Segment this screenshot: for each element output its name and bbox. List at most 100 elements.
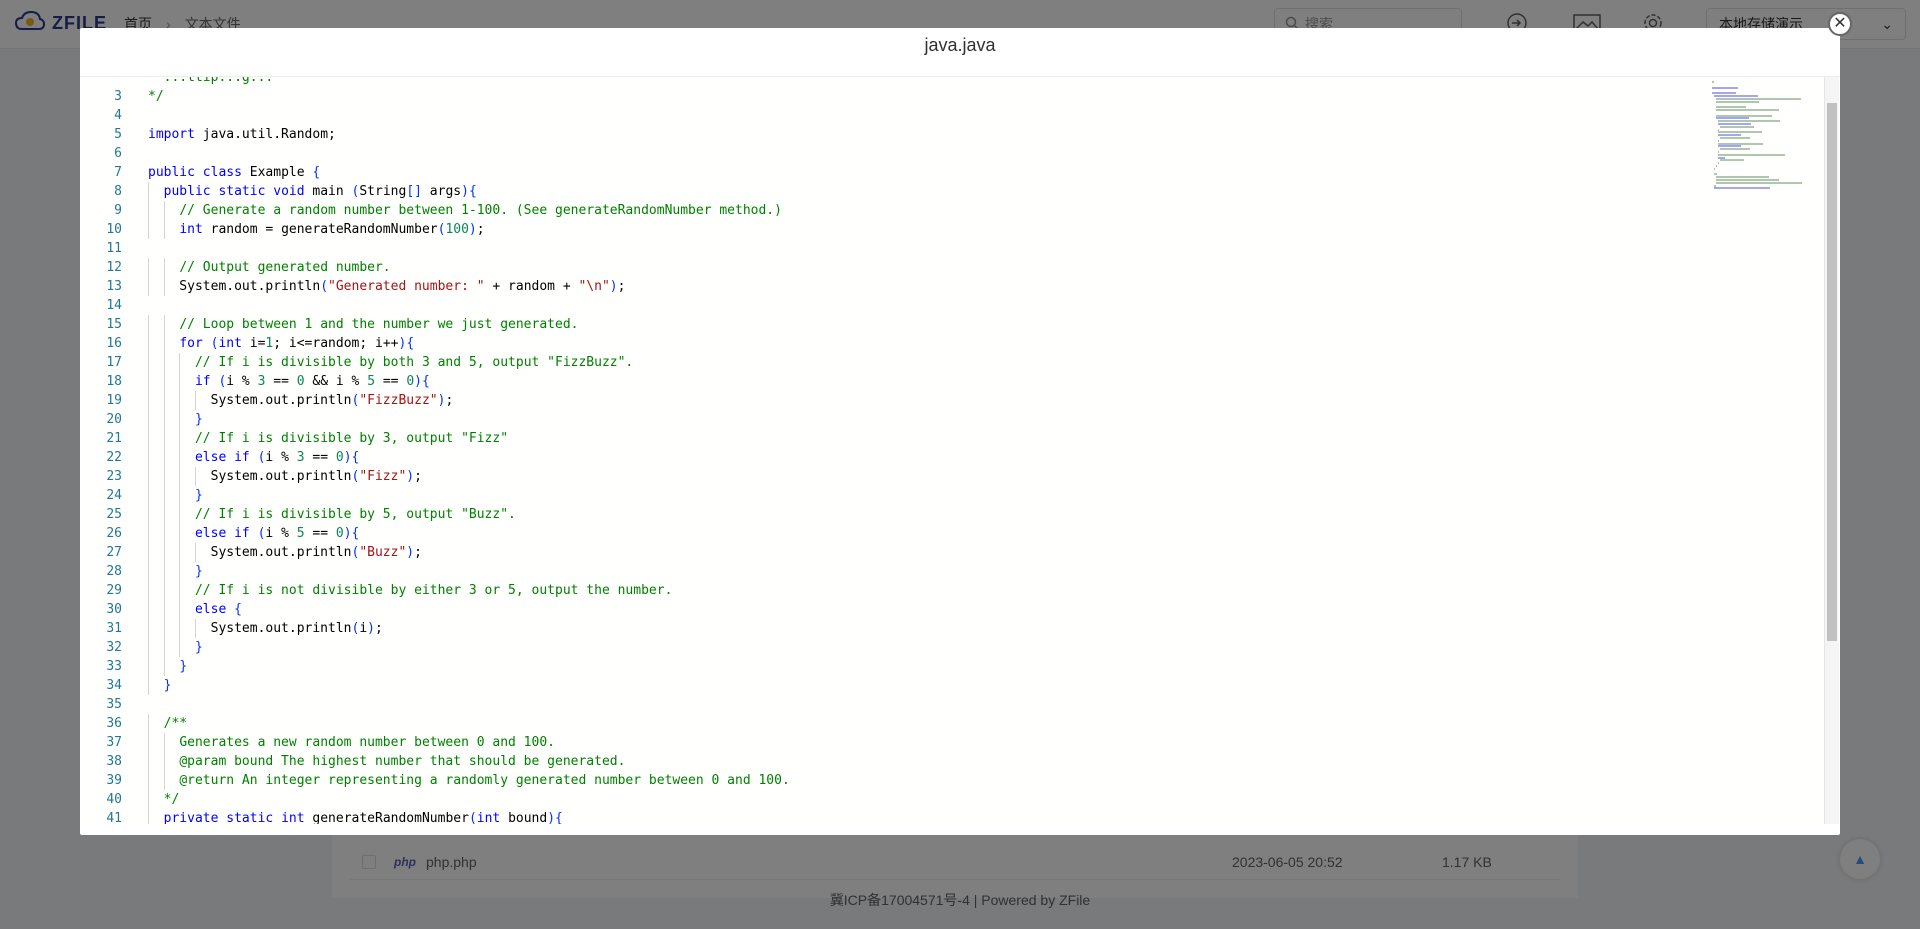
code-line[interactable]: 20 } <box>80 410 1700 429</box>
code-line[interactable]: 28 } <box>80 562 1700 581</box>
minimap-line <box>1718 162 1720 165</box>
line-number: 32 <box>106 640 122 655</box>
line-number: 41 <box>106 811 122 824</box>
code-line[interactable]: 25 // If i is divisible by 5, output "Bu… <box>80 505 1700 524</box>
line-number: 3 <box>114 89 122 104</box>
code-line[interactable]: 34 } <box>80 676 1700 695</box>
code-line[interactable]: 23 System.out.println("Fizz"); <box>80 467 1700 486</box>
code-line[interactable]: 35 <box>80 695 1700 714</box>
line-number: 28 <box>106 564 122 579</box>
code-text: @return An integer representing a random… <box>179 773 790 788</box>
code-line[interactable]: 13 System.out.println("Generated number:… <box>80 277 1700 296</box>
line-number: 14 <box>106 298 122 313</box>
code-line[interactable]: 30 else { <box>80 600 1700 619</box>
code-line[interactable]: 41 private static int generateRandomNumb… <box>80 809 1700 824</box>
code-editor[interactable]: 3 */ 4 5 import java.util.Random; 6 7 public cl… <box>80 77 1824 824</box>
minimap-line <box>1718 139 1720 142</box>
code-line[interactable]: 38 @param bound The highest number that … <box>80 752 1700 771</box>
code-line[interactable]: 9 // Generate a random number between 1-… <box>80 201 1700 220</box>
minimap-line <box>1720 148 1750 151</box>
line-number: 20 <box>106 412 122 427</box>
code-line[interactable]: 14 <box>80 296 1700 315</box>
code-text: else if (i % 3 == 0){ <box>194 450 360 465</box>
code-text: public static void main (String[] args){ <box>163 184 477 199</box>
code-text: System.out.println("Generated number: " … <box>148 279 626 294</box>
line-number: 12 <box>106 260 122 275</box>
code-line[interactable]: 26 else if (i % 5 == 0){ <box>80 524 1700 543</box>
code-line[interactable]: 33 } <box>80 657 1700 676</box>
minimap-line <box>1716 117 1749 120</box>
line-number: 9 <box>114 203 122 218</box>
code-line[interactable]: 5 import java.util.Random; <box>80 125 1700 144</box>
code-line[interactable]: 15 // Loop between 1 and the number we j… <box>80 315 1700 334</box>
scrollbar-thumb[interactable] <box>1827 103 1837 641</box>
code-line[interactable]: 12 // Output generated number. <box>80 258 1700 277</box>
code-line[interactable]: 4 <box>80 106 1700 125</box>
line-number: 24 <box>106 488 122 503</box>
line-number: 17 <box>106 355 122 370</box>
minimap-line <box>1714 167 1716 170</box>
minimap-line <box>1716 100 1759 103</box>
code-text: * ...ttip...g... <box>148 77 274 85</box>
editor-minimap[interactable] <box>1710 77 1820 197</box>
code-text: for (int i=1; i<=random; i++){ <box>179 336 415 351</box>
code-line[interactable]: 24 } <box>80 486 1700 505</box>
code-line[interactable]: 6 <box>80 144 1700 163</box>
line-number: 23 <box>106 469 122 484</box>
minimap-line <box>1714 184 1717 187</box>
line-number: 16 <box>106 336 122 351</box>
code-line[interactable]: 32 } <box>80 638 1700 657</box>
code-line[interactable]: 37 Generates a new random number between… <box>80 733 1700 752</box>
code-line[interactable]: 39 @return An integer representing a ran… <box>80 771 1700 790</box>
code-line[interactable]: 8 public static void main (String[] args… <box>80 182 1700 201</box>
code-line[interactable]: 22 else if (i % 3 == 0){ <box>80 448 1700 467</box>
close-button[interactable]: ✕ <box>1828 12 1852 36</box>
code-line[interactable]: 40 */ <box>80 790 1700 809</box>
code-text: } <box>194 564 203 579</box>
code-line[interactable]: 17 // If i is divisible by both 3 and 5,… <box>80 353 1700 372</box>
minimap-line <box>1720 159 1745 162</box>
code-line[interactable]: 16 for (int i=1; i<=random; i++){ <box>80 334 1700 353</box>
code-text: Generates a new random number between 0 … <box>179 735 555 750</box>
line-number: 40 <box>106 792 122 807</box>
code-text: import java.util.Random; <box>148 127 336 142</box>
minimap-line <box>1714 187 1771 190</box>
code-text: */ <box>163 792 180 807</box>
code-line[interactable]: 27 System.out.println("Buzz"); <box>80 543 1700 562</box>
code-line[interactable]: 10 int random = generateRandomNumber(100… <box>80 220 1700 239</box>
code-line[interactable]: 36 /** <box>80 714 1700 733</box>
line-number: 18 <box>106 374 122 389</box>
code-line[interactable]: 11 <box>80 239 1700 258</box>
line-number: 8 <box>114 184 122 199</box>
minimap-line <box>1720 125 1755 128</box>
code-line[interactable]: 29 // If i is not divisible by either 3 … <box>80 581 1700 600</box>
code-text: System.out.println("FizzBuzz"); <box>148 393 454 408</box>
code-text: System.out.println("Buzz"); <box>148 545 422 560</box>
minimap-line <box>1718 120 1780 123</box>
code-line[interactable]: 18 if (i % 3 == 0 && i % 5 == 0){ <box>80 372 1700 391</box>
line-number: 15 <box>106 317 122 332</box>
line-number: 11 <box>106 241 122 256</box>
minimap-line <box>1716 109 1779 111</box>
line-number: 21 <box>106 431 122 446</box>
line-number: 34 <box>106 678 122 693</box>
editor-scrollbar[interactable] <box>1824 77 1839 824</box>
minimap-line <box>1718 142 1764 145</box>
code-text: // If i is divisible by 5, output "Buzz"… <box>194 507 516 522</box>
code-line[interactable]: 19 System.out.println("FizzBuzz"); <box>80 391 1700 410</box>
code-text: // Generate a random number between 1-10… <box>179 203 782 218</box>
code-line[interactable]: 7 public class Example { <box>80 163 1700 182</box>
code-text: System.out.println("Fizz"); <box>148 469 422 484</box>
line-number: 7 <box>114 165 122 180</box>
minimap-line <box>1716 179 1779 181</box>
code-line[interactable]: 3 */ <box>80 87 1700 106</box>
code-line[interactable]: 31 System.out.println(i); <box>80 619 1700 638</box>
code-text: // If i is divisible by both 3 and 5, ou… <box>194 355 634 370</box>
line-number: 27 <box>106 545 122 560</box>
minimap-line <box>1718 156 1725 159</box>
minimap-line <box>1720 137 1750 139</box>
line-number: 38 <box>106 754 122 769</box>
code-line[interactable]: 21 // If i is divisible by 3, output "Fi… <box>80 429 1700 448</box>
code-text: } <box>194 640 203 655</box>
line-number: 37 <box>106 735 122 750</box>
